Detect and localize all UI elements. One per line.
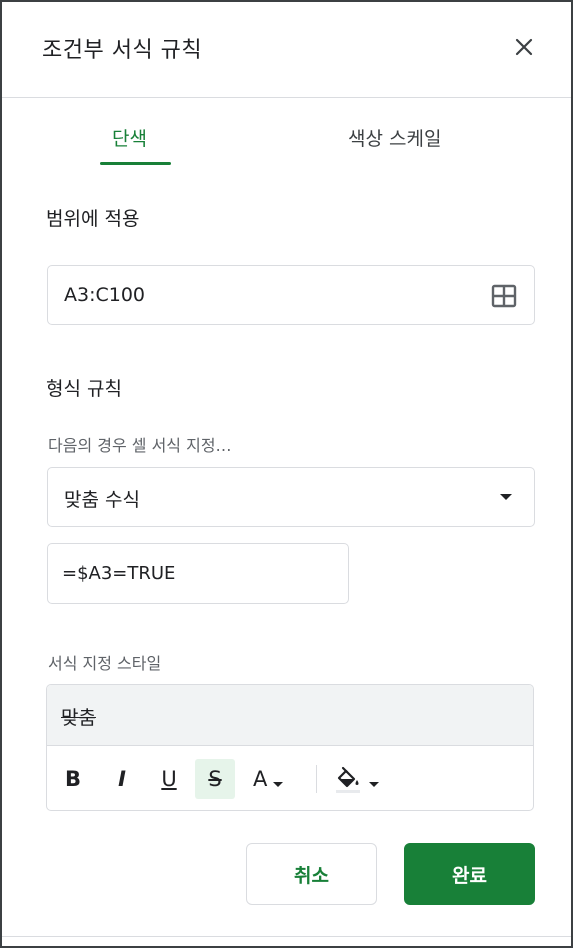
- fill-color-button[interactable]: [327, 759, 387, 799]
- grid-select-icon: [491, 284, 517, 308]
- panel-header: 조건부 서식 규칙: [2, 2, 571, 98]
- format-rules-heading: 형식 규칙: [46, 378, 122, 400]
- paint-bucket-icon: [336, 766, 360, 793]
- underline-button[interactable]: U: [149, 759, 189, 799]
- footer-divider: [2, 936, 571, 937]
- select-range-button[interactable]: [490, 282, 518, 310]
- range-value[interactable]: A3:C100: [64, 284, 145, 306]
- tab-single-color[interactable]: 단색: [112, 124, 147, 151]
- style-preview-text: 맞춤: [61, 707, 96, 729]
- active-tab-indicator: [100, 162, 171, 165]
- done-button[interactable]: 완료: [404, 843, 535, 905]
- conditional-format-panel: 조건부 서식 규칙 단색 색상 스케일 범위에 적용 A3:C100 형식 규칙…: [0, 0, 573, 948]
- panel-title: 조건부 서식 규칙: [42, 38, 203, 63]
- formatting-style-box: 맞춤 B I U S A: [46, 684, 534, 811]
- condition-selected-value[interactable]: 맞춤 수식: [64, 485, 140, 512]
- formatting-style-label: 서식 지정 스타일: [48, 654, 162, 673]
- formula-input[interactable]: =$A3=TRUE: [47, 543, 349, 604]
- close-button[interactable]: [509, 32, 539, 62]
- text-color-caret-icon: [273, 781, 284, 787]
- fill-color-caret-icon: [369, 781, 379, 787]
- cancel-button[interactable]: 취소: [246, 843, 377, 905]
- text-color-icon: A: [253, 767, 268, 791]
- text-color-button[interactable]: A: [245, 759, 301, 799]
- condition-dropdown[interactable]: 맞춤 수식: [47, 467, 535, 527]
- condition-label: 다음의 경우 셀 서식 지정…: [48, 436, 232, 455]
- style-preview[interactable]: 맞춤: [47, 685, 533, 746]
- close-icon: [515, 38, 533, 56]
- strikethrough-button[interactable]: S: [195, 759, 235, 799]
- dropdown-arrow-icon[interactable]: [500, 494, 512, 500]
- bold-button[interactable]: B: [53, 759, 93, 799]
- tab-color-scale[interactable]: 색상 스케일: [348, 124, 441, 151]
- formula-value[interactable]: =$A3=TRUE: [62, 563, 175, 584]
- italic-button[interactable]: I: [102, 759, 142, 799]
- range-input[interactable]: A3:C100: [47, 265, 535, 325]
- apply-to-range-heading: 범위에 적용: [46, 208, 140, 230]
- toolbar-divider: [316, 765, 317, 793]
